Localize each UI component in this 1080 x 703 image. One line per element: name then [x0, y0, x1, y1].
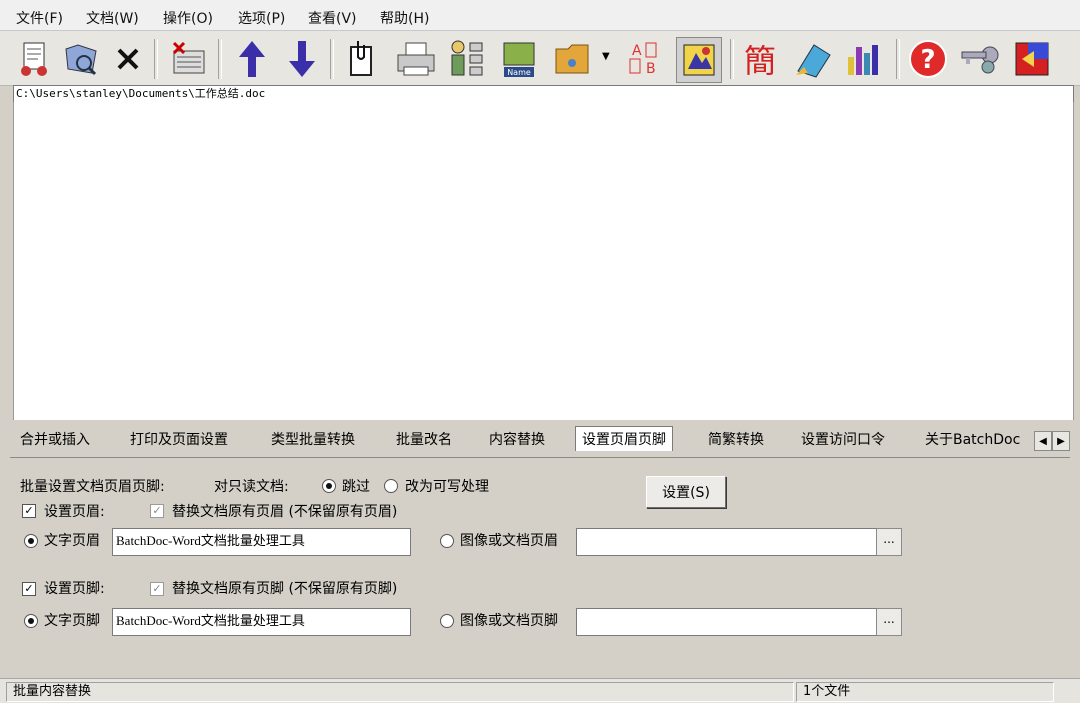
menu-options[interactable]: 选项(P) [238, 8, 285, 28]
add-files-icon[interactable] [12, 37, 56, 81]
rename-icon[interactable]: Name [498, 37, 542, 81]
tab-print-page-setup[interactable]: 打印及页面设置 [130, 429, 228, 449]
simplified-chinese-icon[interactable]: 簡 [738, 37, 782, 81]
menu-view[interactable]: 查看(V) [308, 8, 357, 28]
readonly-label: 对只读文档: [214, 479, 289, 495]
image-footer-input[interactable] [576, 608, 877, 636]
clear-list-icon[interactable] [166, 37, 210, 81]
password-key-icon[interactable] [958, 37, 1002, 81]
edit-icon[interactable] [792, 37, 836, 81]
menu-bar: 文件(F) 文档(W) 操作(O) 选项(P) 查看(V) 帮助(H) [0, 0, 1080, 31]
tab-access-password[interactable]: 设置访问口令 [801, 429, 885, 449]
name-label: Name [507, 68, 531, 77]
replace-a-letter: A [632, 43, 642, 59]
move-up-icon[interactable] [230, 37, 274, 81]
set-header-checkbox[interactable]: ✓ [22, 504, 36, 518]
add-folder-icon[interactable] [60, 37, 104, 81]
replace-header-label: 替换文档原有页眉 (不保留原有页眉) [172, 504, 398, 520]
replace-b-letter: B [646, 61, 656, 77]
menu-document[interactable]: 文档(W) [86, 8, 139, 28]
status-bar: 批量内容替换 1个文件 [0, 678, 1080, 703]
toolbar: Name ▼ AB 簡 ? [0, 31, 1080, 86]
batch-icon[interactable] [444, 37, 488, 81]
tab-batch-rename[interactable]: 批量改名 [396, 429, 452, 449]
chevron-down-icon[interactable]: ▼ [602, 51, 610, 62]
tab-merge-insert[interactable]: 合并或插入 [20, 429, 90, 449]
move-down-icon[interactable] [280, 37, 324, 81]
jian-char: 簡 [743, 42, 776, 80]
text-header-input[interactable]: BatchDoc-Word文档批量处理工具 [112, 528, 411, 556]
tab-batch-type-convert[interactable]: 类型批量转换 [271, 429, 355, 449]
set-footer-label: 设置页脚: [44, 581, 105, 597]
skip-radio[interactable] [322, 479, 336, 493]
status-left: 批量内容替换 [6, 682, 794, 702]
make-writable-label: 改为可写处理 [405, 479, 489, 495]
tab-content-replace[interactable]: 内容替换 [489, 429, 545, 449]
make-writable-radio[interactable] [384, 479, 398, 493]
text-footer-label: 文字页脚 [44, 613, 100, 629]
status-file-count: 1个文件 [796, 682, 1054, 702]
set-button[interactable]: 设置(S) [646, 476, 726, 508]
attach-icon[interactable] [340, 37, 384, 81]
image-icon[interactable] [676, 37, 722, 83]
tab-simp-trad-convert[interactable]: 简繁转换 [708, 429, 764, 449]
image-footer-browse-button[interactable]: ... [876, 608, 902, 636]
text-footer-radio[interactable] [24, 614, 38, 628]
image-footer-radio[interactable] [440, 614, 454, 628]
tab-header-footer[interactable]: 设置页眉页脚 [575, 426, 673, 451]
panel-header-label: 批量设置文档页眉页脚: [20, 479, 165, 495]
menu-help[interactable]: 帮助(H) [380, 8, 429, 28]
file-list[interactable] [13, 102, 1074, 420]
skip-label: 跳过 [342, 479, 370, 495]
set-footer-checkbox[interactable]: ✓ [22, 582, 36, 596]
replace-header-checkbox[interactable]: ✓ [150, 504, 164, 518]
help-icon[interactable]: ? [906, 37, 950, 81]
tab-scroll-left-button[interactable]: ◀ [1034, 431, 1052, 451]
delete-icon[interactable] [106, 37, 150, 81]
chart-icon[interactable] [842, 37, 886, 81]
menu-file[interactable]: 文件(F) [16, 8, 63, 28]
print-icon[interactable] [394, 37, 438, 81]
set-header-label: 设置页眉: [44, 504, 105, 520]
tab-bar: 合并或插入 打印及页面设置 类型批量转换 批量改名 内容替换 设置页眉页脚 简繁… [10, 423, 1080, 457]
replace-text-icon[interactable]: AB [624, 37, 668, 81]
open-folder-icon[interactable] [552, 37, 596, 81]
image-header-input[interactable] [576, 528, 877, 556]
replace-footer-checkbox[interactable]: ✓ [150, 582, 164, 596]
menu-operation[interactable]: 操作(O) [163, 8, 213, 28]
svg-text:?: ? [920, 45, 935, 75]
replace-footer-label: 替换文档原有页脚 (不保留原有页脚) [172, 581, 398, 597]
text-header-radio[interactable] [24, 534, 38, 548]
image-header-browse-button[interactable]: ... [876, 528, 902, 556]
image-header-radio[interactable] [440, 534, 454, 548]
text-footer-input[interactable]: BatchDoc-Word文档批量处理工具 [112, 608, 411, 636]
exit-icon[interactable] [1010, 37, 1054, 81]
text-header-label: 文字页眉 [44, 533, 100, 549]
file-path-entry[interactable]: C:\Users\stanley\Documents\工作总结.doc [13, 85, 1074, 103]
image-footer-label: 图像或文档页脚 [460, 613, 558, 629]
tab-scroll-right-button[interactable]: ▶ [1052, 431, 1070, 451]
tab-about[interactable]: 关于BatchDoc [925, 429, 1020, 449]
header-footer-panel: 批量设置文档页眉页脚: 对只读文档: 跳过 改为可写处理 设置(S) ✓ 设置页… [10, 457, 1070, 676]
image-header-label: 图像或文档页眉 [460, 533, 558, 549]
